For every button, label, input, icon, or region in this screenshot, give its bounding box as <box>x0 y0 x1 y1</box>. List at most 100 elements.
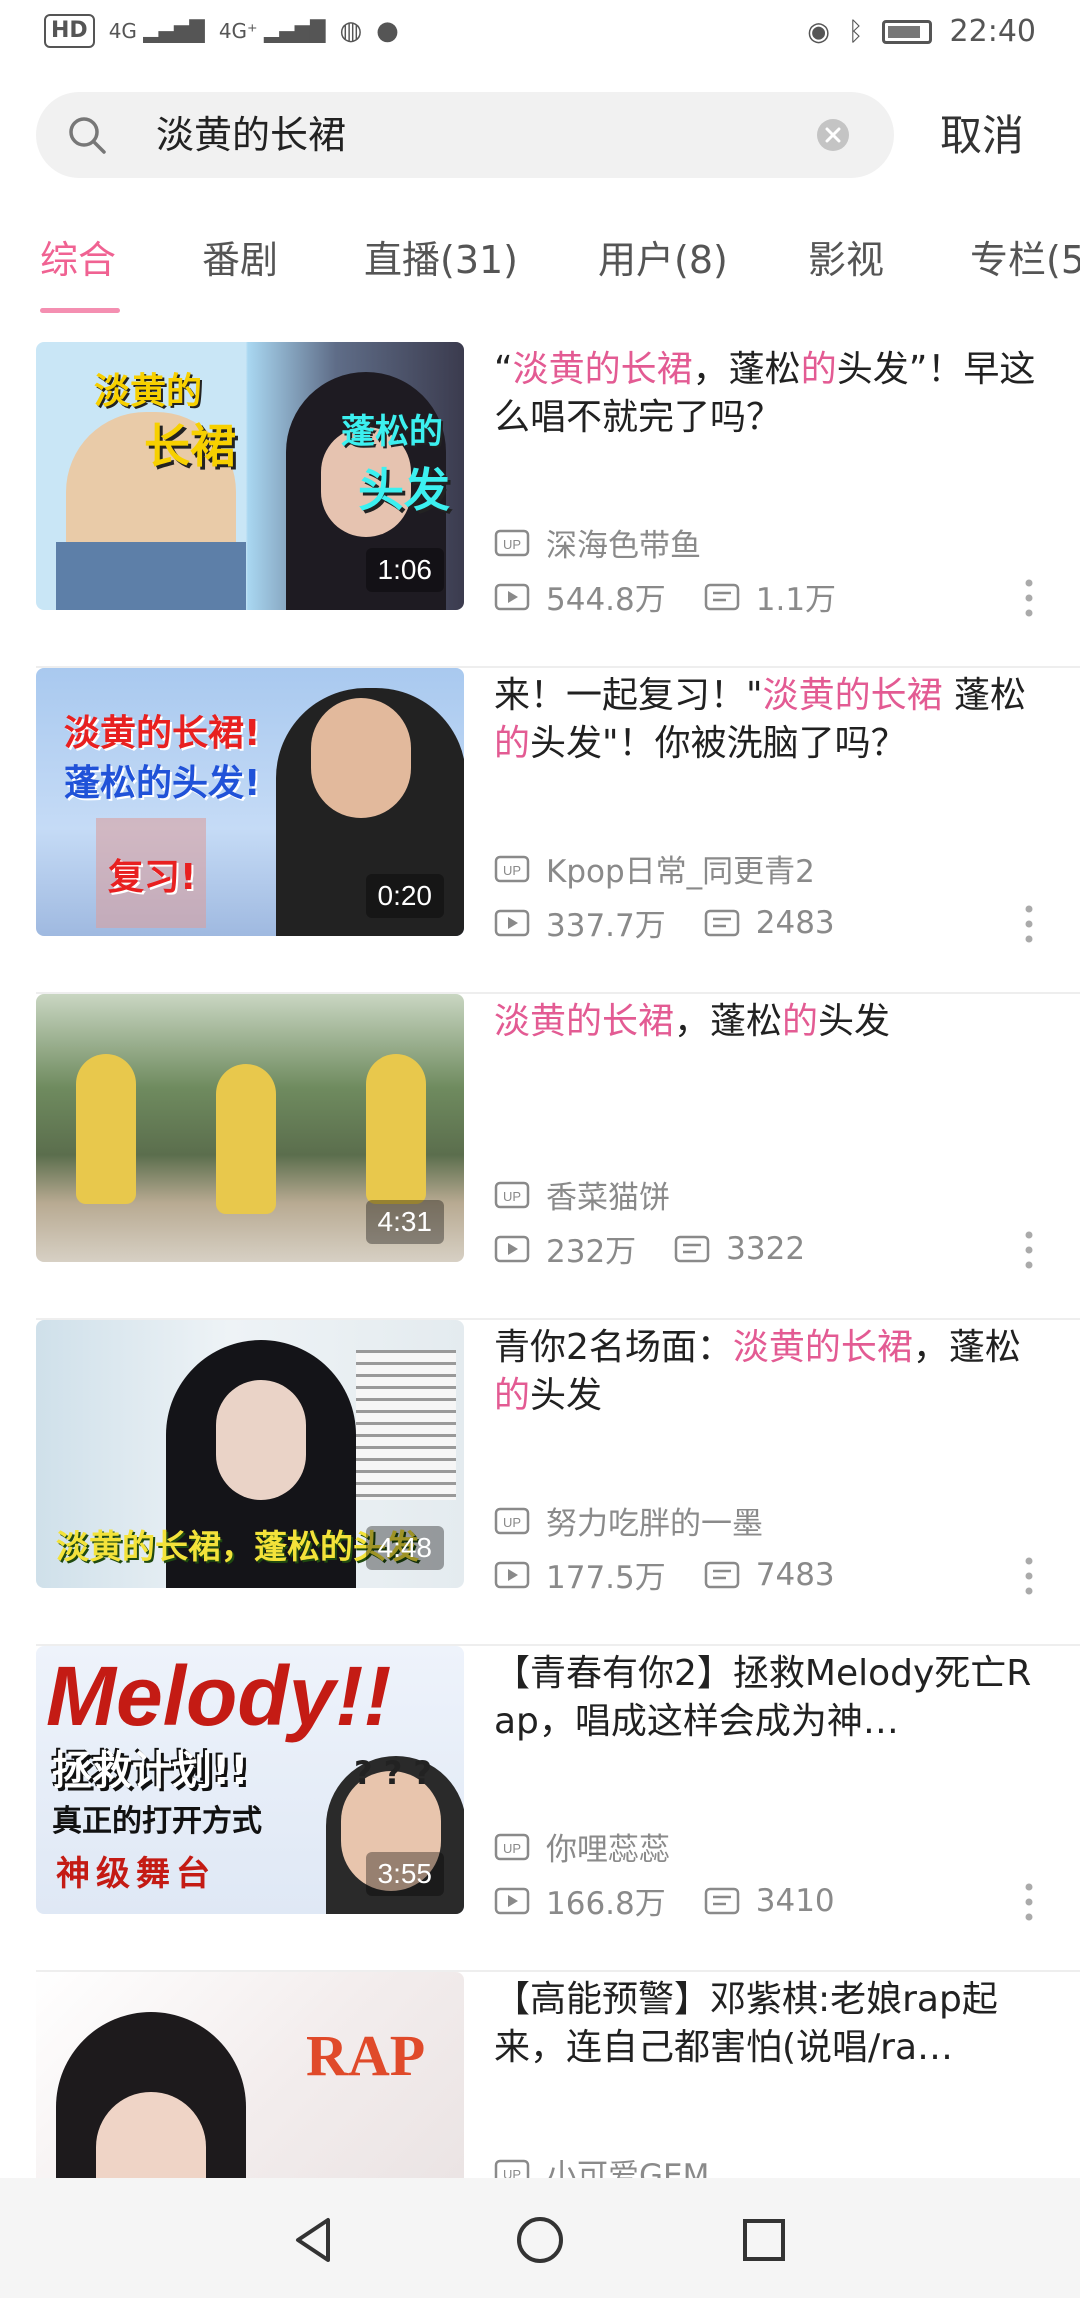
play-count-icon <box>494 1887 530 1914</box>
danmaku-count: 7483 <box>755 1556 835 1593</box>
hd-icon: HD <box>44 14 95 48</box>
video-title[interactable]: 淡黄的长裙，蓬松的头发 <box>494 998 1050 1046</box>
up-icon: UP <box>494 529 530 556</box>
home-icon[interactable] <box>512 2212 568 2268</box>
svg-text:UP: UP <box>503 863 521 878</box>
eye-icon: ◉ <box>807 16 830 47</box>
list-item[interactable]: Melody!! 拯救计划!! 真正的打开方式 神级舞台 ? ? ? 3:55 … <box>0 1646 1080 1972</box>
video-thumbnail[interactable]: 淡黄的长裙，蓬松的头发 4:48 <box>36 1320 464 1588</box>
thumbnail-caption: 头发 <box>358 463 450 517</box>
danmaku-icon <box>674 1235 710 1262</box>
play-count-icon <box>494 1561 530 1588</box>
up-icon: UP <box>494 2159 530 2178</box>
thumbnail-caption: 淡黄的长裙! <box>64 713 261 754</box>
signal-icon-2: 4G⁺ ▂▄▆█ <box>218 19 326 43</box>
stats-row: 166.8万 3410 <box>494 1878 835 1923</box>
view-count: 232万 <box>546 1234 637 1270</box>
stats-row: 337.7万 2483 <box>494 900 835 945</box>
video-thumbnail[interactable]: 淡黄的 长裙 蓬松的 头发 1:06 <box>36 342 464 610</box>
uploader-row[interactable]: UP 你哩蕊蕊 <box>494 1824 670 1869</box>
thumbnail-caption: 复习! <box>108 857 197 898</box>
video-thumbnail[interactable]: 淡黄的长裙! 蓬松的头发! 复习! 0:20 <box>36 668 464 936</box>
uploader-name[interactable]: 你哩蕊蕊 <box>546 1824 670 1869</box>
search-bar[interactable]: 淡黄的长裙 <box>36 92 894 178</box>
search-icon <box>69 117 106 154</box>
tab-anime[interactable]: 番剧 <box>202 232 278 288</box>
svg-text:UP: UP <box>503 1841 521 1856</box>
uploader-name[interactable]: 努力吃胖的一墨 <box>546 1498 763 1543</box>
list-item[interactable]: 淡黄的长裙! 蓬松的头发! 复习! 0:20 来！一起复习！"淡黄的长裙 蓬松的… <box>0 668 1080 994</box>
view-count: 166.8万 <box>546 1886 666 1922</box>
list-item[interactable]: 4:31 淡黄的长裙，蓬松的头发 UP 香菜猫饼 232万 3322 <box>0 994 1080 1320</box>
system-nav-bar <box>0 2178 1080 2298</box>
stats-row: 177.5万 7483 <box>494 1552 835 1597</box>
up-icon: UP <box>494 1181 530 1208</box>
video-title[interactable]: 【青春有你2】拯救Melody死亡Rap，唱成这样会成为神… <box>494 1650 1050 1746</box>
video-thumbnail[interactable]: 4:31 <box>36 994 464 1262</box>
active-tab-indicator <box>40 308 120 313</box>
list-item[interactable]: RAP 【高能预警】邓紫棋:老娘rap起来，连自己都害怕(说唱/ra… UP 小… <box>0 1972 1080 2178</box>
video-title[interactable]: 【高能预警】邓紫棋:老娘rap起来，连自己都害怕(说唱/ra… <box>494 1976 1050 2072</box>
uploader-row[interactable]: UP 努力吃胖的一墨 <box>494 1498 763 1543</box>
uploader-row[interactable]: UP 香菜猫饼 <box>494 1172 670 1217</box>
svg-text:UP: UP <box>503 1189 521 1204</box>
uploader-name[interactable]: 香菜猫饼 <box>546 1172 670 1217</box>
clock: 22:40 <box>949 14 1036 49</box>
duration-badge: 4:31 <box>365 1200 444 1244</box>
battery-icon <box>881 19 932 44</box>
svg-text:UP: UP <box>503 537 521 552</box>
danmaku-count: 1.1万 <box>755 582 837 618</box>
list-item[interactable]: 淡黄的长裙，蓬松的头发 4:48 青你2名场面：淡黄的长裙，蓬松的头发 UP 努… <box>0 1320 1080 1646</box>
thumbnail-caption: 蓬松的头发! <box>64 763 261 804</box>
search-input[interactable]: 淡黄的长裙 <box>156 110 346 160</box>
duration-badge: 0:20 <box>365 874 444 918</box>
up-icon: UP <box>494 855 530 882</box>
uploader-name[interactable]: Kpop日常_同更青2 <box>546 846 815 891</box>
danmaku-icon <box>704 909 739 936</box>
more-options-icon[interactable] <box>1024 578 1034 618</box>
tab-all[interactable]: 综合 <box>40 232 116 288</box>
play-count-icon <box>494 909 530 936</box>
view-count: 177.5万 <box>546 1560 666 1596</box>
more-options-icon[interactable] <box>1024 1230 1034 1270</box>
video-title[interactable]: 来！一起复习！"淡黄的长裙 蓬松的头发"！你被洗脑了吗？ <box>494 672 1050 768</box>
thumbnail-caption: RAP <box>306 2023 426 2088</box>
thumbnail-caption: 淡黄的 <box>94 371 203 412</box>
danmaku-icon <box>704 1561 739 1588</box>
stats-row: 544.8万 1.1万 <box>494 574 836 619</box>
play-count-icon <box>494 1235 530 1262</box>
danmaku-icon <box>704 583 739 610</box>
recents-icon[interactable] <box>736 2212 792 2268</box>
tab-film[interactable]: 影视 <box>808 232 884 288</box>
uploader-row[interactable]: UP Kpop日常_同更青2 <box>494 846 815 891</box>
thumbnail-caption: ? ? ? <box>354 1754 432 1792</box>
tab-articles[interactable]: 专栏(5 <box>970 232 1080 288</box>
back-icon[interactable] <box>288 2212 344 2268</box>
duration-badge: 1:06 <box>365 548 444 592</box>
thumbnail-caption: Melody!! <box>46 1649 392 1743</box>
tab-live[interactable]: 直播(31) <box>364 232 518 288</box>
svg-text:UP: UP <box>503 1515 521 1530</box>
view-count: 544.8万 <box>546 582 666 618</box>
cancel-button[interactable]: 取消 <box>940 106 1024 166</box>
video-thumbnail[interactable]: RAP <box>36 1972 464 2178</box>
duration-badge: 3:55 <box>365 1852 444 1896</box>
uploader-row[interactable]: UP 深海色带鱼 <box>494 520 701 565</box>
uploader-name[interactable]: 小可爱GEM <box>546 2150 709 2178</box>
video-thumbnail[interactable]: Melody!! 拯救计划!! 真正的打开方式 神级舞台 ? ? ? 3:55 <box>36 1646 464 1914</box>
more-options-icon[interactable] <box>1024 1556 1034 1596</box>
video-title[interactable]: “淡黄的长裙，蓬松的头发”！早这么唱不就完了吗？ <box>494 346 1050 442</box>
list-item[interactable]: 淡黄的 长裙 蓬松的 头发 1:06 “淡黄的长裙，蓬松的头发”！早这么唱不就完… <box>0 342 1080 668</box>
uploader-name[interactable]: 深海色带鱼 <box>546 520 701 565</box>
thumbnail-caption: 淡黄的长裙，蓬松的头发 <box>56 1527 419 1566</box>
thumbnail-caption: 神级舞台 <box>56 1854 216 1894</box>
uploader-row[interactable]: UP 小可爱GEM <box>494 2150 709 2178</box>
more-options-icon[interactable] <box>1024 1882 1034 1922</box>
play-count-icon <box>494 583 530 610</box>
thumbnail-caption: 长裙 <box>144 419 236 473</box>
tab-users[interactable]: 用户(8) <box>598 232 728 288</box>
video-title[interactable]: 青你2名场面：淡黄的长裙，蓬松的头发 <box>494 1324 1050 1420</box>
more-options-icon[interactable] <box>1024 904 1034 944</box>
danmaku-icon <box>704 1887 739 1914</box>
clear-icon[interactable] <box>816 118 850 152</box>
